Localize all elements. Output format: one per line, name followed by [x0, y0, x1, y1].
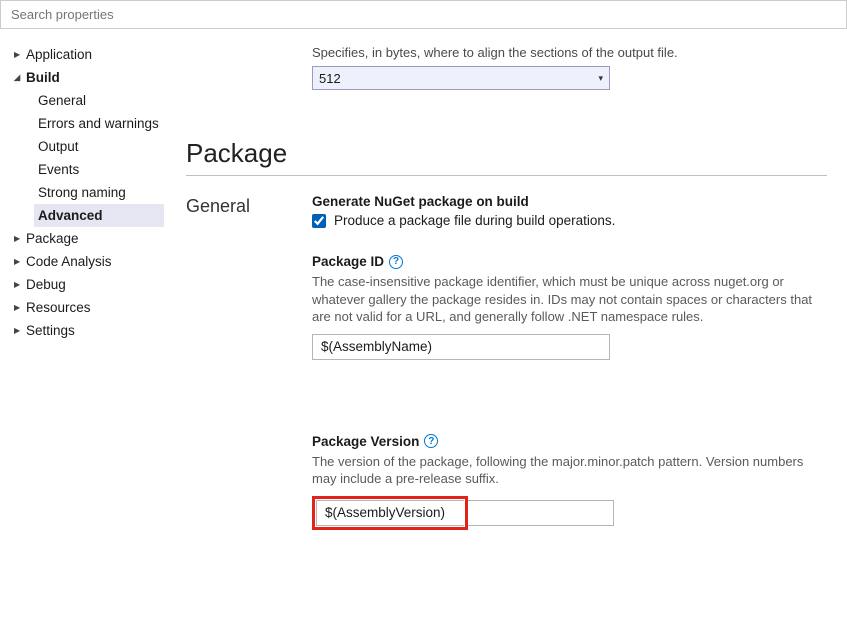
chevron-right-icon — [14, 302, 26, 313]
package-id-label: Package ID — [312, 254, 384, 269]
sidebar-label: Debug — [26, 277, 66, 292]
chevron-right-icon — [14, 325, 26, 336]
chevron-down-icon — [14, 72, 26, 83]
sidebar-item-build[interactable]: Build — [14, 66, 164, 89]
dropdown-value: 512 — [319, 71, 341, 86]
subsection-general: General — [186, 194, 312, 556]
input-extension[interactable] — [468, 500, 614, 526]
package-version-label: Package Version — [312, 434, 419, 449]
package-id-input[interactable] — [312, 334, 610, 360]
sidebar-item-application[interactable]: Application — [14, 43, 164, 66]
sidebar-item-settings[interactable]: Settings — [14, 319, 164, 342]
package-version-input[interactable] — [316, 500, 464, 526]
sidebar-label: Settings — [26, 323, 75, 338]
sidebar-item-build-events[interactable]: Events — [34, 158, 164, 181]
help-icon[interactable]: ? — [424, 434, 438, 448]
divider — [186, 175, 827, 176]
sidebar-item-build-strongnaming[interactable]: Strong naming — [34, 181, 164, 204]
produce-package-checkbox[interactable]: Produce a package file during build oper… — [312, 213, 827, 228]
content-pane: Specifies, in bytes, where to align the … — [170, 29, 847, 622]
sidebar: Application Build General Errors and war… — [0, 29, 170, 622]
sidebar-item-debug[interactable]: Debug — [14, 273, 164, 296]
chevron-right-icon — [14, 256, 26, 267]
checkbox-label: Produce a package file during build oper… — [334, 213, 615, 228]
package-version-description: The version of the package, following th… — [312, 453, 822, 488]
sidebar-item-build-output[interactable]: Output — [34, 135, 164, 158]
alignment-dropdown[interactable]: 512 ▾ — [312, 66, 610, 90]
alignment-description: Specifies, in bytes, where to align the … — [312, 45, 827, 60]
chevron-right-icon — [14, 279, 26, 290]
package-id-description: The case-insensitive package identifier,… — [312, 273, 822, 326]
help-icon[interactable]: ? — [389, 255, 403, 269]
sidebar-item-resources[interactable]: Resources — [14, 296, 164, 319]
sidebar-label: Package — [26, 231, 79, 246]
sidebar-label: Application — [26, 47, 92, 62]
sidebar-item-build-errors[interactable]: Errors and warnings — [34, 112, 164, 135]
chevron-down-icon: ▾ — [598, 73, 603, 84]
highlight-annotation — [312, 496, 468, 530]
generate-package-label: Generate NuGet package on build — [312, 194, 827, 209]
chevron-right-icon — [14, 233, 26, 244]
sidebar-item-package[interactable]: Package — [14, 227, 164, 250]
sidebar-label: Build — [26, 70, 60, 85]
produce-package-checkbox-input[interactable] — [312, 214, 326, 228]
sidebar-item-code-analysis[interactable]: Code Analysis — [14, 250, 164, 273]
sidebar-label: Resources — [26, 300, 91, 315]
sidebar-label: Code Analysis — [26, 254, 112, 269]
sidebar-item-build-general[interactable]: General — [34, 89, 164, 112]
sidebar-item-build-advanced[interactable]: Advanced — [34, 204, 164, 227]
section-title-package: Package — [186, 138, 827, 169]
search-input[interactable] — [0, 0, 847, 29]
chevron-right-icon — [14, 49, 26, 60]
